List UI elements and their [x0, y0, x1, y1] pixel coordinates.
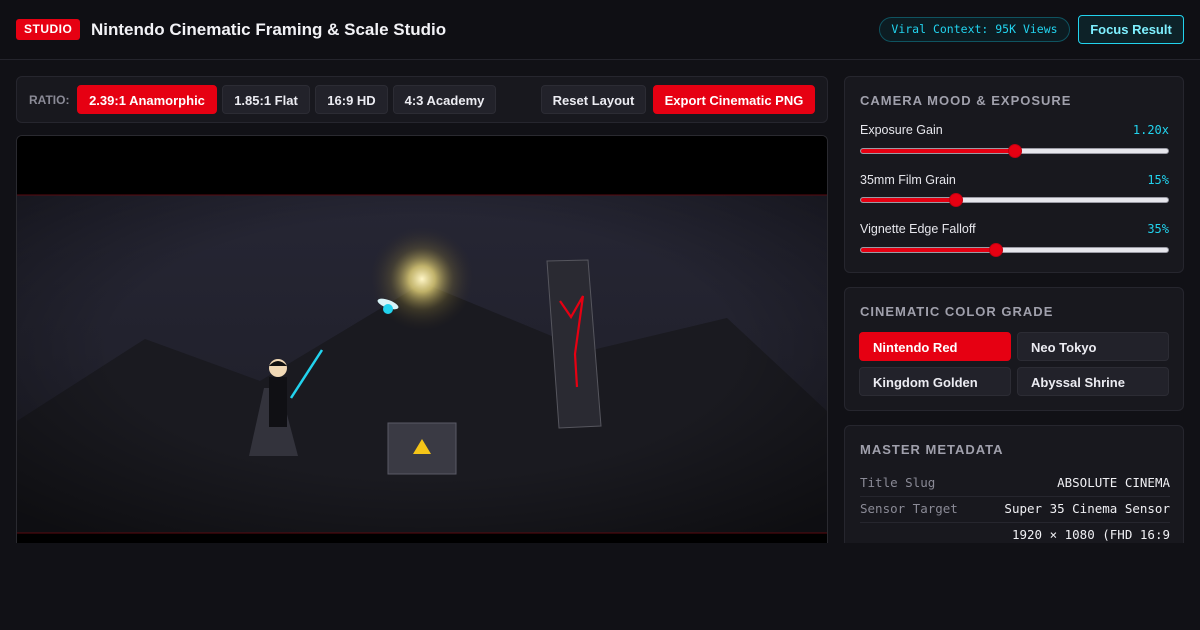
exposure-gain-label: Exposure Gain — [860, 123, 943, 137]
studio-badge: STUDIO — [16, 19, 81, 40]
focus-result-button[interactable]: Focus Result — [1078, 15, 1184, 44]
cinematic-viewport[interactable] — [16, 135, 828, 555]
exposure-gain-slider[interactable] — [860, 144, 1169, 158]
grade-kingdom-golden[interactable]: Kingdom Golden — [859, 367, 1011, 396]
reset-layout-button[interactable]: Reset Layout — [541, 85, 646, 114]
exposure-gain-value: 1.20x — [1132, 123, 1169, 137]
scene-canvas — [17, 136, 827, 554]
film-grain-slider[interactable] — [860, 193, 1169, 207]
film-grain-value: 15% — [1147, 173, 1169, 187]
vignette-thumb[interactable] — [989, 243, 1004, 257]
metadata-key: Sensor Target — [860, 501, 958, 516]
ratio-label: RATIO: — [29, 93, 70, 107]
film-grain-thumb[interactable] — [949, 193, 964, 207]
ratio-button-anamorphic[interactable]: 2.39:1 Anamorphic — [77, 85, 217, 114]
grade-panel-title: CINEMATIC COLOR GRADE — [860, 304, 1054, 319]
viral-context-badge: Viral Context: 95K Views — [879, 17, 1070, 42]
camera-mood-panel: CAMERA MOOD & EXPOSURE Exposure Gain 1.2… — [844, 76, 1184, 273]
grade-neo-tokyo[interactable]: Neo Tokyo — [1017, 332, 1169, 361]
exposure-gain-fill — [861, 149, 1015, 153]
camera-panel-title: CAMERA MOOD & EXPOSURE — [860, 93, 1072, 108]
metadata-value: 1920 × 1080 (FHD 16:9 — [1011, 527, 1170, 542]
color-grade-panel: CINEMATIC COLOR GRADE Nintendo Red Neo T… — [844, 287, 1184, 411]
metadata-panel-title: MASTER METADATA — [860, 442, 1004, 457]
app-header: STUDIO Nintendo Cinematic Framing & Scal… — [0, 0, 1200, 60]
metadata-value: ABSOLUTE CINEMA — [1057, 475, 1170, 490]
film-grain-label: 35mm Film Grain — [860, 173, 956, 187]
lower-page-area — [0, 543, 1200, 630]
app-title: Nintendo Cinematic Framing & Scale Studi… — [91, 20, 447, 39]
exposure-gain-thumb[interactable] — [1007, 144, 1022, 158]
ratio-toolbar: RATIO: 2.39:1 Anamorphic 1.85:1 Flat 16:… — [16, 76, 828, 123]
sun-glow — [370, 227, 474, 331]
ratio-button-hd[interactable]: 16:9 HD — [315, 85, 388, 114]
vignette-fill — [861, 248, 997, 252]
ratio-button-academy[interactable]: 4:3 Academy — [393, 85, 496, 114]
metadata-row: Title Slug ABSOLUTE CINEMA — [860, 471, 1170, 497]
vignette-value: 35% — [1147, 222, 1169, 236]
film-grain-fill — [861, 198, 957, 202]
grade-nintendo-red[interactable]: Nintendo Red — [859, 332, 1011, 361]
metadata-row: Sensor Target Super 35 Cinema Sensor — [860, 497, 1170, 523]
grade-abyssal-shrine[interactable]: Abyssal Shrine — [1017, 367, 1169, 396]
vignette-slider[interactable] — [860, 243, 1169, 257]
triforce-crate — [387, 422, 457, 475]
ratio-button-flat[interactable]: 1.85:1 Flat — [222, 85, 310, 114]
export-png-button[interactable]: Export Cinematic PNG — [653, 85, 815, 114]
vignette-label: Vignette Edge Falloff — [860, 222, 976, 236]
metadata-key: Title Slug — [860, 475, 936, 490]
metadata-value: Super 35 Cinema Sensor — [1004, 501, 1170, 516]
